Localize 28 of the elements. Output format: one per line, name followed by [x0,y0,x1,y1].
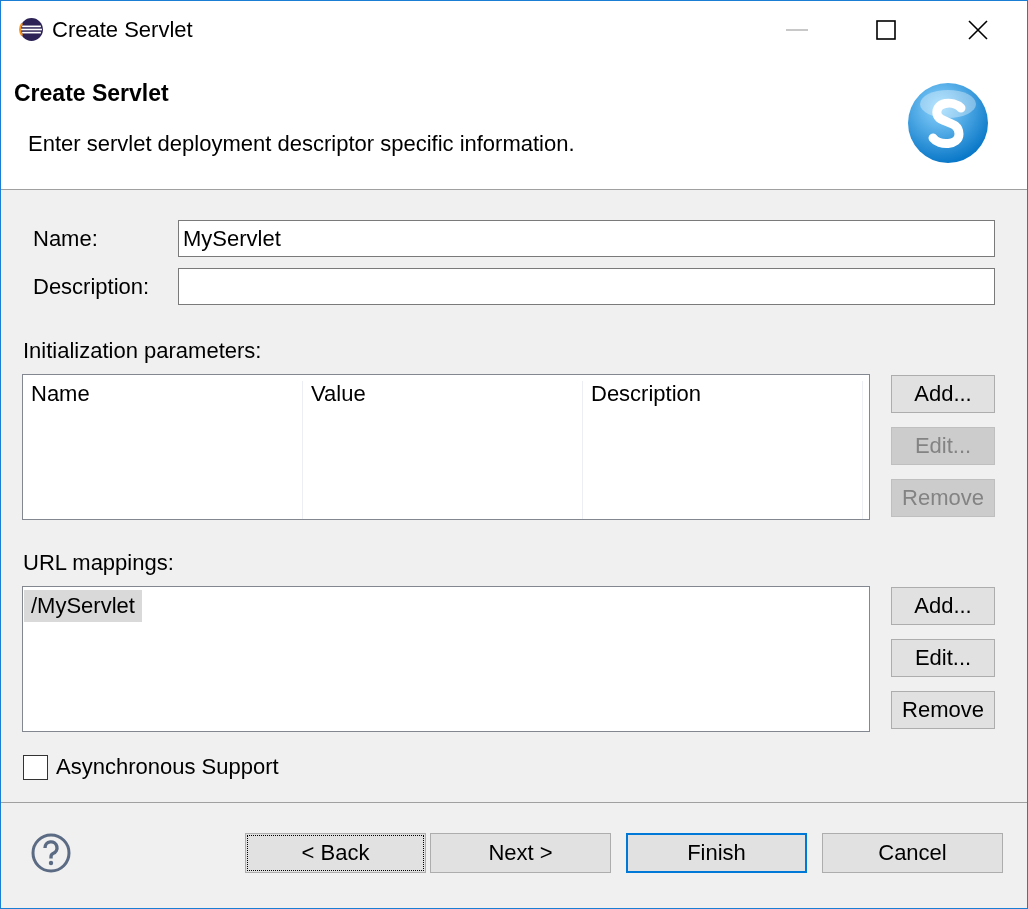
section-label: Initialization parameters: [22,338,263,364]
side-button[interactable]: Edit... [891,639,995,677]
dialog-button[interactable]: < Back [245,833,426,873]
column-header: Value [303,381,583,519]
section-label: URL mappings: [22,550,175,576]
column-header: Name [23,381,303,519]
app-icon [19,17,44,42]
input-field[interactable] [178,268,995,305]
input-field[interactable]: MyServlet [178,220,995,257]
side-button[interactable]: Add... [891,587,995,625]
window-title: Create Servlet [52,16,193,43]
close-icon[interactable] [968,19,988,40]
page-description: Enter servlet deployment descriptor specific information. [28,131,575,157]
maximize-icon[interactable] [876,19,896,40]
checkbox[interactable] [23,754,48,780]
side-button[interactable]: Add... [891,375,995,413]
field-label: Description: [32,273,151,300]
servlet-logo-icon [907,82,989,164]
dialog-button[interactable]: Finish [626,833,807,873]
help-icon[interactable] [31,833,71,873]
page-title: Create Servlet [14,80,170,107]
field-label: Name: [32,225,99,252]
side-button[interactable]: Remove [891,691,995,729]
dialog-button[interactable]: Cancel [822,833,1003,873]
dialog-button[interactable]: Next > [430,833,611,873]
checkbox-label: Asynchronous Support [56,754,279,780]
list-item[interactable]: /MyServlet [24,590,142,622]
column-header: Description [583,381,863,519]
